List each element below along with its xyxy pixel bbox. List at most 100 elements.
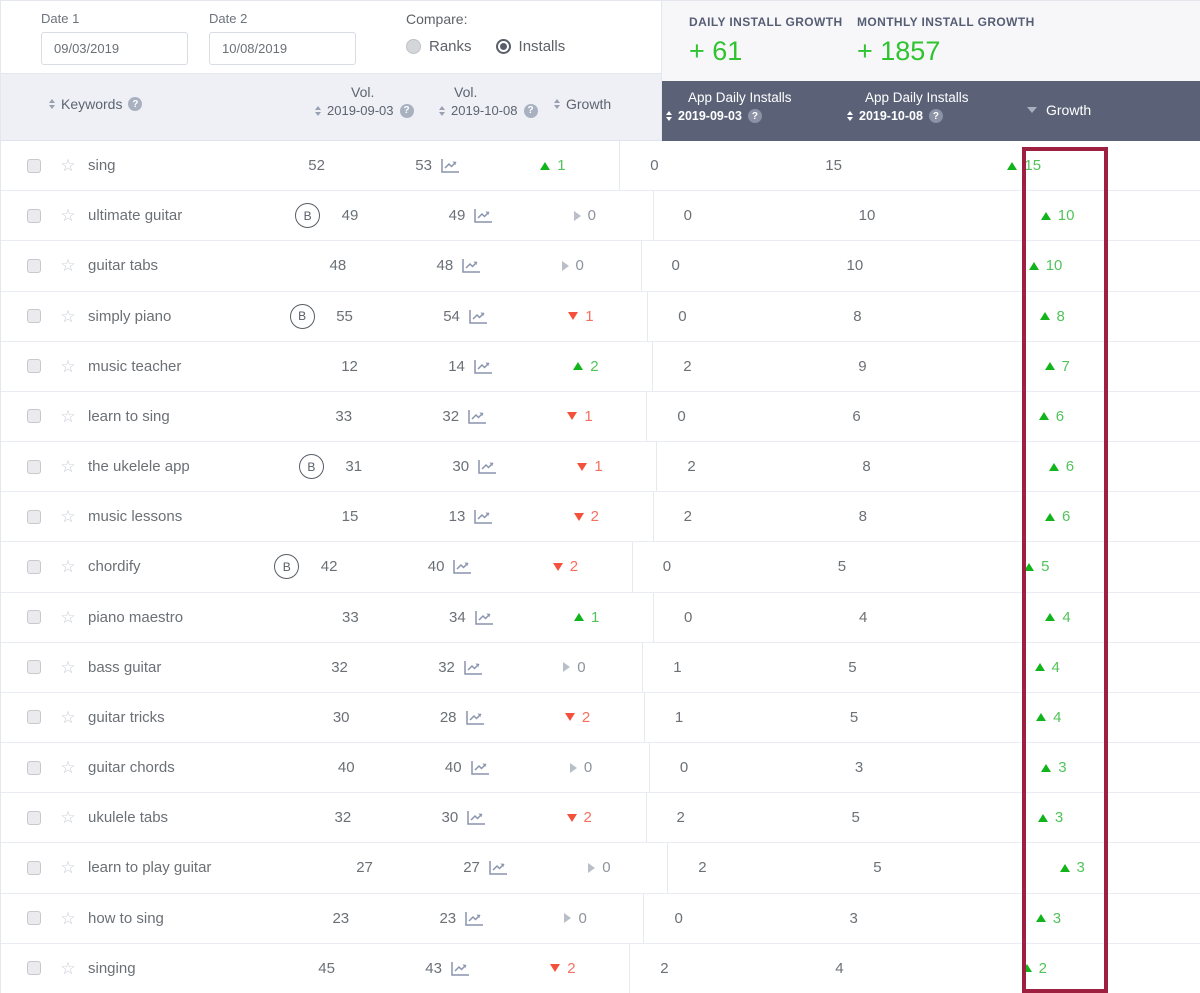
keyword-label: ultimate guitar — [88, 207, 183, 225]
chart-icon[interactable] — [467, 810, 486, 826]
row-checkbox[interactable] — [27, 459, 41, 474]
installs-growth-header[interactable]: Growth — [1027, 102, 1091, 118]
keyword-label: guitar chords — [88, 759, 175, 777]
row-checkbox[interactable] — [27, 509, 41, 524]
star-icon[interactable]: ☆ — [60, 358, 75, 375]
chart-icon[interactable] — [451, 961, 470, 976]
row-checkbox[interactable] — [27, 359, 41, 374]
help-icon[interactable]: ? — [928, 109, 943, 123]
star-icon[interactable]: ☆ — [60, 960, 75, 977]
chart-icon[interactable] — [489, 860, 508, 876]
row-checkbox[interactable] — [27, 559, 41, 574]
installs-growth-value: 7 — [1061, 357, 1070, 375]
sort-desc-icon[interactable] — [1027, 107, 1037, 113]
row-checkbox[interactable] — [27, 660, 41, 675]
sort-icon[interactable] — [847, 111, 853, 121]
chart-icon[interactable] — [470, 760, 490, 775]
date2-input[interactable] — [209, 32, 356, 65]
ranks-radio[interactable] — [406, 39, 421, 54]
installs-growth-arrow-icon — [1044, 362, 1055, 371]
row-checkbox[interactable] — [27, 760, 41, 775]
keyword-cell: ultimate guitar — [88, 191, 282, 240]
star-icon[interactable]: ☆ — [60, 458, 75, 475]
star-icon[interactable]: ☆ — [60, 609, 75, 626]
star-cell: ☆ — [48, 743, 88, 792]
badge-cell: B — [275, 392, 327, 441]
row-checkbox[interactable] — [27, 911, 41, 926]
installs1-header[interactable]: App Daily Installs 2019-09-03 ? — [666, 90, 792, 123]
chart-icon[interactable] — [464, 660, 483, 675]
installs2-header[interactable]: App Daily Installs 2019-10-08 ? — [847, 90, 969, 123]
keyword-cell: chordify — [88, 542, 261, 591]
row-checkbox[interactable] — [27, 860, 41, 875]
row-checkbox[interactable] — [27, 710, 41, 725]
row-checkbox[interactable] — [27, 258, 41, 273]
installs-growth-arrow-icon — [1021, 964, 1032, 973]
chart-icon[interactable] — [478, 459, 497, 474]
chart-icon[interactable] — [453, 559, 472, 575]
row-checkbox[interactable] — [27, 610, 41, 625]
star-icon[interactable]: ☆ — [60, 207, 75, 224]
keyword-label: the ukelele app — [88, 458, 190, 476]
help-icon[interactable]: ? — [747, 109, 762, 123]
vol-growth-cell: 0 — [557, 893, 645, 943]
vol1-cell: 32 — [323, 643, 428, 692]
chart-icon[interactable] — [474, 509, 493, 525]
chart-icon[interactable] — [441, 158, 460, 173]
star-icon[interactable]: ☆ — [60, 809, 75, 826]
installs1-cell: 1 — [643, 643, 823, 692]
row-checkbox[interactable] — [27, 309, 41, 324]
installs-growth-value: 3 — [1058, 759, 1067, 777]
chart-icon[interactable] — [462, 258, 481, 274]
chart-icon[interactable] — [468, 409, 487, 424]
table-row: ☆ music teacher B 12 14 2 2 — [1, 341, 1200, 392]
row-checkbox[interactable] — [27, 208, 41, 223]
installs1-cell: 2 — [654, 492, 834, 541]
star-icon[interactable]: ☆ — [60, 859, 75, 876]
installs1-cell: 2 — [647, 793, 827, 842]
star-icon[interactable]: ☆ — [60, 709, 75, 726]
star-icon[interactable]: ☆ — [60, 659, 75, 676]
star-icon[interactable]: ☆ — [60, 558, 75, 575]
empty-cell — [1102, 492, 1200, 541]
row-checkbox[interactable] — [27, 409, 41, 424]
vol-growth-arrow-icon — [573, 512, 584, 521]
sort-icon[interactable] — [554, 99, 560, 109]
installs-radio-label[interactable]: Installs — [519, 38, 566, 55]
chart-icon[interactable] — [474, 208, 493, 223]
star-icon[interactable]: ☆ — [60, 508, 75, 525]
star-icon[interactable]: ☆ — [60, 257, 75, 274]
star-icon[interactable]: ☆ — [60, 910, 75, 927]
help-icon[interactable]: ? — [128, 97, 143, 111]
installs-radio[interactable] — [495, 39, 511, 54]
keywords-header[interactable]: Keywords ? — [49, 96, 143, 112]
growth-header[interactable]: Growth — [554, 96, 611, 112]
installs-growth-cell: 8 — [1008, 292, 1096, 341]
vol2-header[interactable]: Vol. 2019-10-08 ? — [439, 84, 538, 118]
row-checkbox[interactable] — [27, 158, 41, 173]
installs1-cell: 2 — [630, 944, 810, 993]
chart-icon[interactable] — [465, 710, 485, 725]
date1-input[interactable] — [41, 32, 188, 65]
row-checkbox[interactable] — [27, 961, 41, 976]
help-icon[interactable]: ? — [523, 103, 538, 118]
sort-icon[interactable] — [666, 111, 672, 121]
vol-growth-value: 2 — [569, 558, 579, 576]
vol1-header[interactable]: Vol. 2019-09-03 ? — [315, 84, 414, 118]
row-checkbox[interactable] — [27, 810, 41, 825]
star-icon[interactable]: ☆ — [60, 308, 75, 325]
help-icon[interactable]: ? — [399, 103, 414, 118]
chart-icon[interactable] — [474, 359, 493, 374]
sort-icon[interactable] — [439, 105, 445, 116]
sort-icon[interactable] — [49, 99, 55, 109]
vol-growth-arrow-icon — [563, 662, 571, 673]
star-icon[interactable]: ☆ — [60, 157, 75, 174]
chart-icon[interactable] — [474, 610, 494, 625]
star-icon[interactable]: ☆ — [60, 408, 75, 425]
chart-icon[interactable] — [469, 309, 488, 324]
sort-icon[interactable] — [315, 105, 321, 116]
installs2-cell: 3 — [830, 743, 1010, 792]
star-icon[interactable]: ☆ — [60, 759, 75, 776]
ranks-radio-label[interactable]: Ranks — [429, 38, 472, 55]
chart-icon[interactable] — [465, 911, 484, 926]
